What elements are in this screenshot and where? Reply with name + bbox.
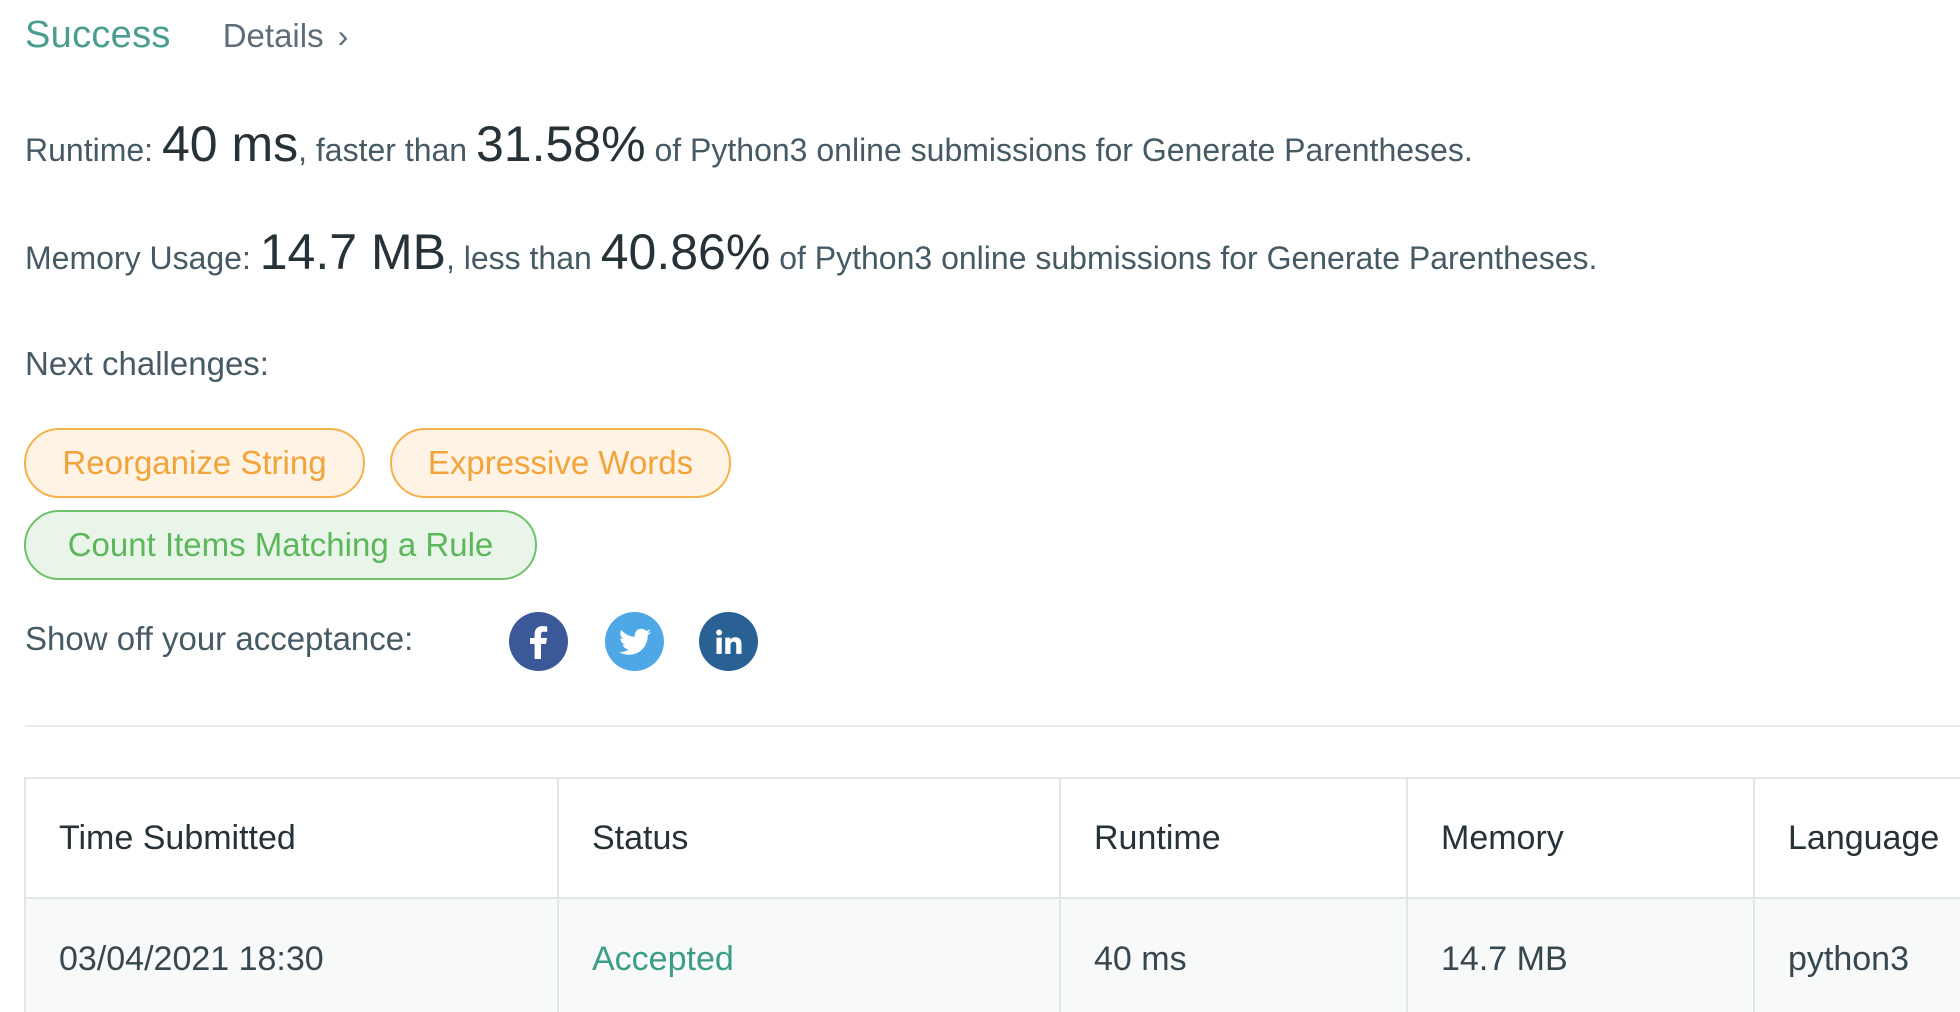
runtime-label: Runtime: <box>25 132 162 168</box>
memory-comparator: , less than <box>445 240 601 276</box>
share-label: Show off your acceptance: <box>25 620 414 657</box>
cell-time-submitted: 03/04/2021 18:30 <box>26 899 559 1012</box>
chevron-right-icon: › <box>337 18 349 54</box>
cell-language: python3 <box>1788 939 1909 978</box>
submission-result-page: Success Details › Runtime: 40 ms, faster… <box>0 0 1960 1012</box>
result-header: Success Details › <box>25 14 348 57</box>
submissions-table: Time Submitted Status Runtime Memory Lan… <box>24 777 1960 1012</box>
table-row: 03/04/2021 18:30 Accepted 40 ms 14.7 MB … <box>26 899 1960 1012</box>
header-time-submitted[interactable]: Time Submitted <box>26 779 559 897</box>
memory-suffix: of Python3 online submissions for Genera… <box>770 240 1598 276</box>
runtime-comparator: , faster than <box>298 132 476 168</box>
memory-value: 14.7 MB <box>259 224 446 280</box>
header-status[interactable]: Status <box>559 779 1061 897</box>
runtime-suffix: of Python3 online submissions for Genera… <box>645 132 1473 168</box>
linkedin-share-button[interactable] <box>699 612 758 671</box>
memory-stat: Memory Usage: 14.7 MB, less than 40.86% … <box>25 223 1597 281</box>
section-divider <box>25 725 1960 727</box>
runtime-percent: 31.58% <box>475 116 646 172</box>
linkedin-icon <box>715 629 741 654</box>
runtime-value: 40 ms <box>161 116 299 172</box>
cell-status-link[interactable]: Accepted <box>559 899 1061 1012</box>
memory-label: Memory Usage: <box>25 240 260 276</box>
facebook-icon <box>529 625 547 659</box>
twitter-share-button[interactable] <box>605 612 664 671</box>
details-link[interactable]: Details › <box>223 17 349 55</box>
challenge-reorganize-string[interactable]: Reorganize String <box>24 428 365 498</box>
cell-runtime: 40 ms <box>1061 899 1408 1012</box>
status-title: Success <box>25 14 171 56</box>
next-challenges-label: Next challenges: <box>25 345 269 382</box>
facebook-share-button[interactable] <box>509 612 568 671</box>
twitter-icon <box>618 628 651 655</box>
header-language[interactable]: Language <box>1755 779 1960 897</box>
challenge-count-items-matching-a-rule[interactable]: Count Items Matching a Rule <box>24 510 537 580</box>
header-runtime[interactable]: Runtime <box>1061 779 1408 897</box>
details-label: Details <box>222 17 324 54</box>
header-memory[interactable]: Memory <box>1408 779 1755 897</box>
cell-memory: 14.7 MB <box>1408 899 1755 1012</box>
table-header-row: Time Submitted Status Runtime Memory Lan… <box>26 779 1960 899</box>
memory-percent: 40.86% <box>600 224 771 280</box>
challenge-expressive-words[interactable]: Expressive Words <box>390 428 731 498</box>
runtime-stat: Runtime: 40 ms, faster than 31.58% of Py… <box>25 115 1473 173</box>
